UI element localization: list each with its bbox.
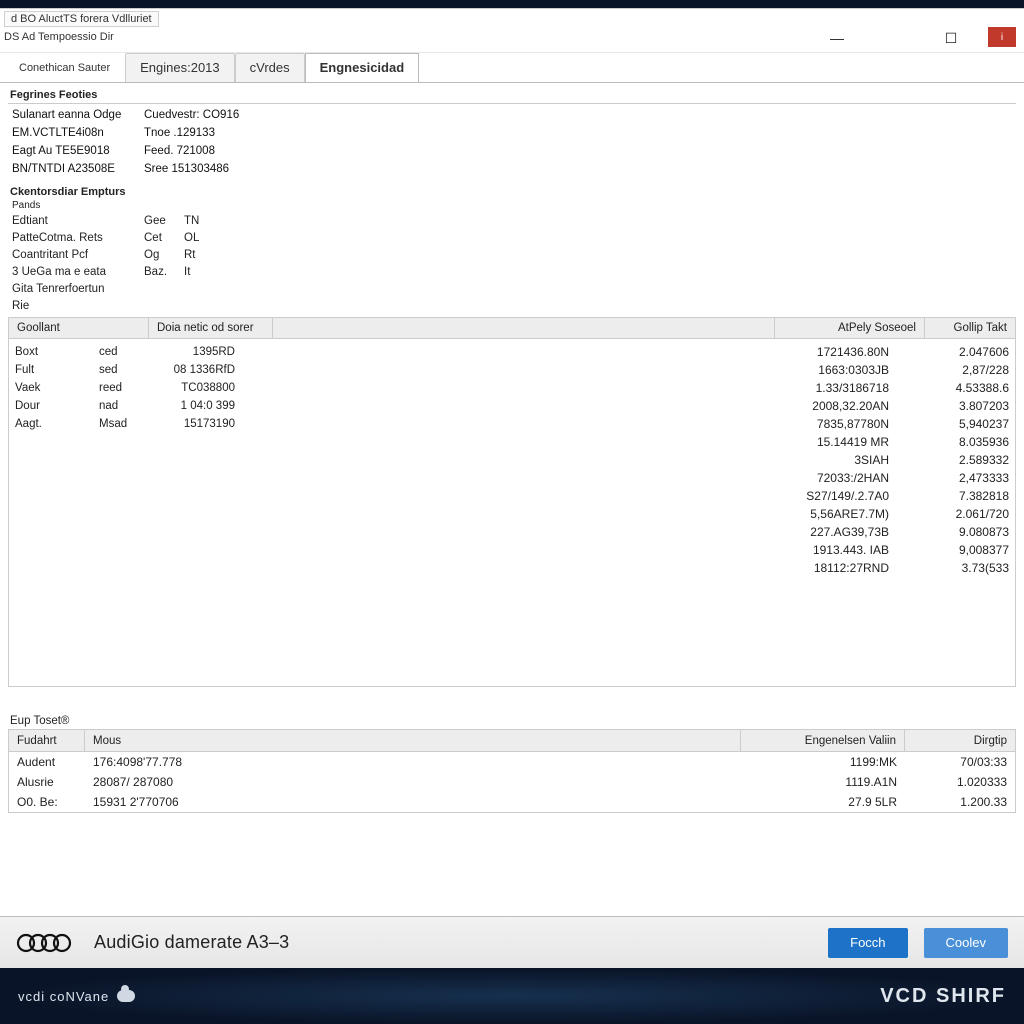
close-button[interactable]: i: [988, 27, 1016, 47]
table-row[interactable]: 5,56ARE7.7M)2.061/720: [273, 505, 1009, 523]
g2-c0b: TN: [184, 213, 224, 230]
content-area: Fegrines Feoties Sulanart eanna OdgeCued…: [0, 85, 1024, 813]
g2-k4: Gita Tenrerfoertun: [12, 281, 144, 298]
fetch-button[interactable]: Focch: [828, 928, 907, 958]
brand-bar: AudiGio damerate A3–3 Focch Coolev: [0, 916, 1024, 968]
g1-k1: EM.VCTLTE4i08n: [12, 124, 144, 142]
g1-v0: Cuedvestr: CO916: [144, 106, 284, 124]
table-row[interactable]: 18112:27RND3.73(533: [273, 559, 1009, 577]
group1-grid: Sulanart eanna OdgeCuedvestr: CO916 EM.V…: [8, 104, 1016, 180]
table-row[interactable]: 1663:0303JB2,87/228: [273, 361, 1009, 379]
group2-sublabel: Pands: [8, 200, 1016, 211]
footer-left-text: vcdi coNVane: [18, 989, 109, 1004]
group2-grid: EdtiantGeeTN PatteCotma. RetsCetOL Coant…: [8, 211, 1016, 317]
minimize-button[interactable]: —: [822, 27, 852, 49]
col-domain[interactable]: Doia netic od sorer: [149, 318, 273, 338]
table-row[interactable]: 72033:/2HAN2,473333: [273, 469, 1009, 487]
table-row[interactable]: Alusrie28087/ 2870801119.A1N1.020333: [9, 772, 1015, 792]
table-row[interactable]: 227.AG39,73B9.080873: [273, 523, 1009, 541]
table-row[interactable]: Aagt.Msad15173190: [15, 415, 267, 433]
g2-c0a: Gee: [144, 213, 184, 230]
col-coolant[interactable]: Goollant: [9, 318, 149, 338]
main-right-block: 1721436.80N2.047606 1663:0303JB2,87/228 …: [273, 339, 1015, 686]
table-row[interactable]: 1.33/31867184.53388.6: [273, 379, 1009, 397]
g1-v1: Tnoe .129133: [144, 124, 284, 142]
footer-right-text: VCD SHIRF: [880, 985, 1006, 1008]
g2-k3: 3 UeGa ma e eata: [12, 264, 144, 281]
window-subtitle: DS Ad Tempoessio Dir: [4, 31, 114, 43]
g1-k0: Sulanart eanna Odge: [12, 106, 144, 124]
bottom-header: Fudahrt Mous Engenelsen Valiin Dirgtip: [9, 730, 1015, 752]
footer-bar: vcdi coNVane VCD SHIRF: [0, 968, 1024, 1024]
bcol-engvalin[interactable]: Engenelsen Valiin: [741, 730, 905, 751]
g1-v2: Feed. 721008: [144, 142, 284, 160]
main-left-block: Boxtced1395RD Fultsed08 1336RfD Vaekreed…: [9, 339, 273, 686]
main-table-header: Goollant Doia netic od sorer AtPely Sose…: [8, 317, 1016, 339]
table-row[interactable]: Fultsed08 1336RfD: [15, 361, 267, 379]
cloud-icon: [117, 990, 135, 1002]
table-row[interactable]: O0. Be:15931 2'77070627.9 5LR1.200.33: [9, 792, 1015, 812]
g2-k0: Edtiant: [12, 213, 144, 230]
g2-c1a: Cet: [144, 230, 184, 247]
table-row[interactable]: Boxtced1395RD: [15, 343, 267, 361]
table-row[interactable]: VaekreedTC038800: [15, 379, 267, 397]
app-window: d BO AluctTS forera Vdlluriet DS Ad Temp…: [0, 8, 1024, 926]
g1-v3: Sree 151303486: [144, 160, 284, 178]
g1-k3: BN/TNTDI A23508E: [12, 160, 144, 178]
bcol-dirgtip[interactable]: Dirgtip: [905, 730, 1015, 751]
g2-k5: Rie: [12, 298, 144, 315]
table-row[interactable]: 3SIAH2.589332: [273, 451, 1009, 469]
bcol-fudahrt[interactable]: Fudahrt: [9, 730, 85, 751]
group2-label: Ckentorsdiar Empturs: [8, 182, 1016, 200]
bottom-table: Fudahrt Mous Engenelsen Valiin Dirgtip A…: [8, 729, 1016, 813]
titlebar: d BO AluctTS forera Vdlluriet DS Ad Temp…: [0, 9, 1024, 53]
table-row[interactable]: Dournad1 04:0 399: [15, 397, 267, 415]
tab-diagnostics[interactable]: Engnesicidad: [305, 53, 420, 82]
g2-k2: Coantritant Pcf: [12, 247, 144, 264]
g2-k1: PatteCotma. Rets: [12, 230, 144, 247]
bottom-label: Eup Toset®: [8, 713, 1016, 729]
bcol-mous[interactable]: Mous: [85, 730, 741, 751]
window-title: d BO AluctTS forera Vdlluriet: [4, 11, 159, 27]
col-apsoseoel[interactable]: AtPely Soseoel: [775, 318, 925, 338]
brand-text: AudiGio damerate A3–3: [94, 932, 289, 953]
table-row[interactable]: 2008,32.20AN3.807203: [273, 397, 1009, 415]
g2-c3b: It: [184, 264, 224, 281]
table-row[interactable]: Audent176:4098'77.7781199:MK70/03:33: [9, 752, 1015, 772]
table-row[interactable]: 7835,87780N5,940237: [273, 415, 1009, 433]
bottom-group: Eup Toset® Fudahrt Mous Engenelsen Valii…: [8, 713, 1016, 813]
main-table-body: Boxtced1395RD Fultsed08 1336RfD Vaekreed…: [8, 339, 1016, 687]
col-spacer: [273, 318, 775, 338]
tab-bar: Conethican Sauter Engines:2013 cVrdes En…: [0, 53, 1024, 83]
col-golliptakt[interactable]: Gollip Takt: [925, 318, 1015, 338]
g2-c3a: Baz.: [144, 264, 184, 281]
g2-c2a: Og: [144, 247, 184, 264]
maximize-button[interactable]: ☐: [936, 27, 966, 49]
tab-controller[interactable]: Conethican Sauter: [4, 53, 125, 82]
table-row[interactable]: 15.14419 MR8.035936: [273, 433, 1009, 451]
g1-k2: Eagt Au TE5E9018: [12, 142, 144, 160]
table-row[interactable]: S27/149/.2.7A07.382818: [273, 487, 1009, 505]
tab-engines[interactable]: Engines:2013: [125, 53, 235, 82]
footer-left: vcdi coNVane: [18, 989, 135, 1004]
table-row[interactable]: 1721436.80N2.047606: [273, 343, 1009, 361]
g2-c2b: Rt: [184, 247, 224, 264]
group1-label: Fegrines Feoties: [8, 85, 1016, 104]
table-row[interactable]: 1913.443. IAB9,008377: [273, 541, 1009, 559]
audi-rings-icon: [16, 931, 78, 955]
copy-button[interactable]: Coolev: [924, 928, 1008, 958]
g2-c1b: OL: [184, 230, 224, 247]
tab-codes[interactable]: cVrdes: [235, 53, 305, 82]
